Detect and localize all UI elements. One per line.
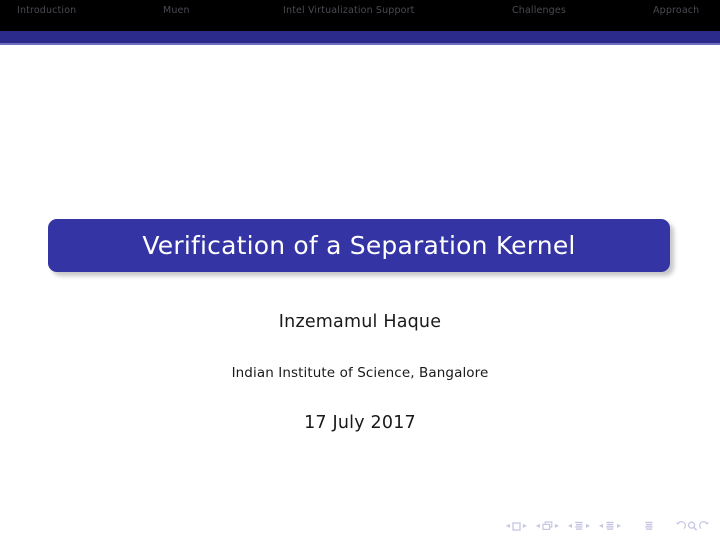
title-box: Verification of a Separation Kernel — [48, 219, 670, 272]
nav-section-muen[interactable]: Muen — [163, 5, 190, 16]
back-arrow-icon[interactable] — [675, 521, 686, 531]
headline-rule — [0, 31, 720, 43]
subsection-prev-arrow-icon[interactable]: ◂ — [568, 522, 572, 530]
presentation-icon[interactable] — [644, 521, 654, 531]
nav-group-section: ◂ ▸ — [599, 521, 621, 531]
square-icon[interactable] — [512, 521, 521, 531]
author-name: Inzemamul Haque — [278, 312, 442, 332]
nav-section-approach[interactable]: Approach — [653, 5, 699, 16]
section-navigation: Introduction Muen Intel Virtualization S… — [0, 0, 720, 22]
section-prev-arrow-icon[interactable]: ◂ — [599, 522, 603, 530]
subsection-icon[interactable] — [574, 521, 584, 531]
search-icon[interactable] — [687, 521, 698, 531]
section-icon[interactable] — [605, 521, 615, 531]
nav-group-presentation — [644, 521, 654, 531]
nav-section-intel-virtualization-support[interactable]: Intel Virtualization Support — [283, 5, 415, 16]
frame-prev-arrow-icon[interactable]: ◂ — [536, 522, 540, 530]
subsection-next-arrow-icon[interactable]: ▸ — [586, 522, 590, 530]
forward-arrow-icon[interactable] — [699, 521, 710, 531]
presentation-date: 17 July 2017 — [304, 413, 416, 433]
institute-name: Indian Institute of Science, Bangalore — [231, 365, 489, 381]
page-title: Verification of a Separation Kernel — [142, 231, 576, 260]
slide-next-arrow-icon[interactable]: ▸ — [523, 522, 527, 530]
nav-group-frame: ◂ ▸ — [536, 521, 559, 531]
nav-group-history — [675, 521, 710, 531]
frames-icon[interactable] — [542, 521, 553, 531]
section-next-arrow-icon[interactable]: ▸ — [617, 522, 621, 530]
headline-navigation-bar: Introduction Muen Intel Virtualization S… — [0, 0, 720, 31]
nav-group-subsection: ◂ ▸ — [568, 521, 590, 531]
frame-next-arrow-icon[interactable]: ▸ — [555, 522, 559, 530]
nav-section-introduction[interactable]: Introduction — [17, 5, 76, 16]
slide-prev-arrow-icon[interactable]: ◂ — [506, 522, 510, 530]
title-page: Verification of a Separation Kernel Inze… — [0, 45, 720, 500]
nav-group-slide: ◂ ▸ — [506, 522, 527, 531]
beamer-navigation-symbols: ◂ ▸ ◂ ▸ ◂ ▸ ◂ ▸ — [506, 517, 710, 535]
nav-section-challenges[interactable]: Challenges — [512, 5, 566, 16]
